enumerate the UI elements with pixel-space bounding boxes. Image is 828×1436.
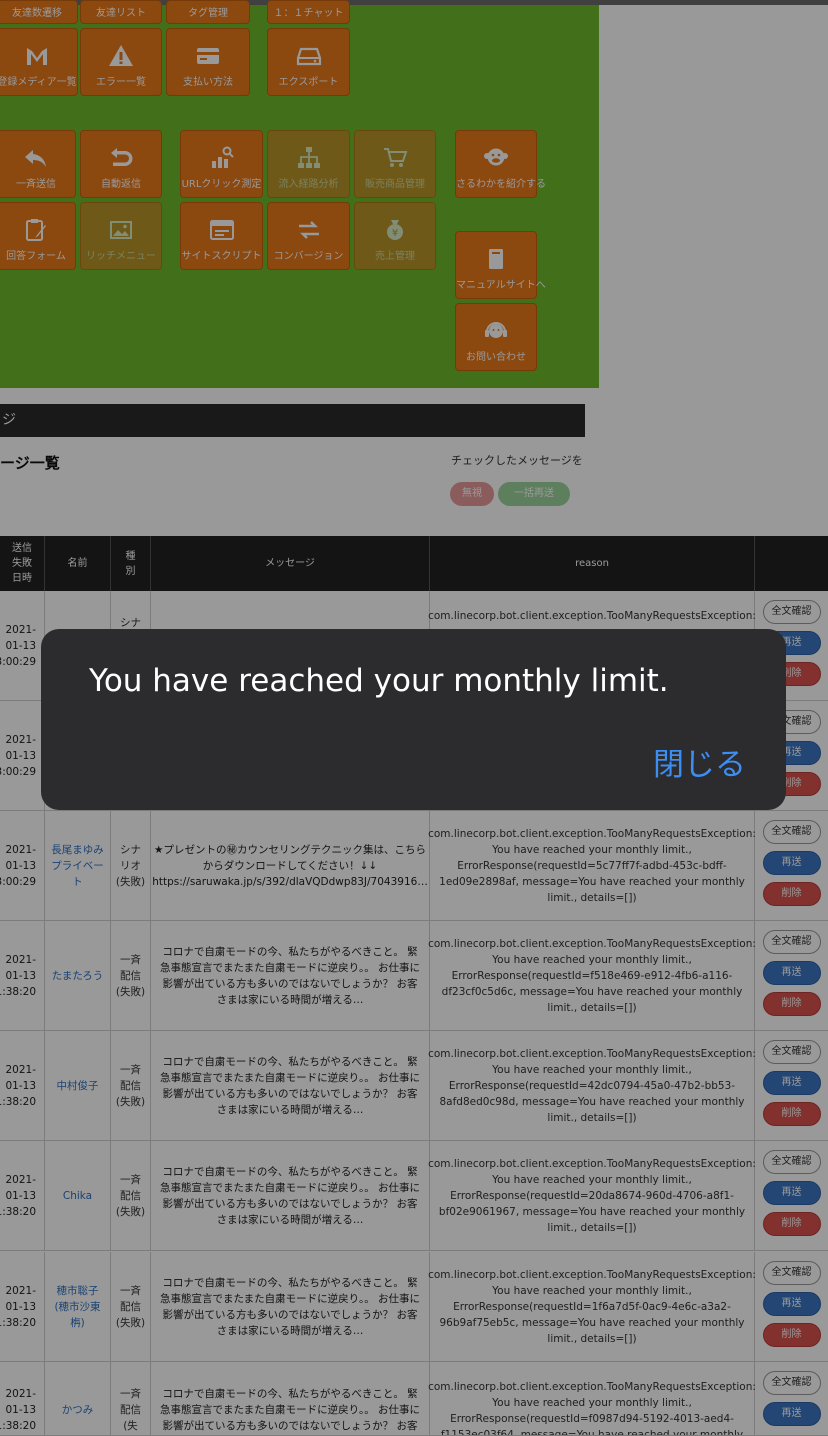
alert-dialog: You have reached your monthly limit. 閉じる <box>41 629 786 810</box>
alert-message: You have reached your monthly limit. <box>89 663 669 699</box>
close-button[interactable]: 閉じる <box>653 739 746 784</box>
